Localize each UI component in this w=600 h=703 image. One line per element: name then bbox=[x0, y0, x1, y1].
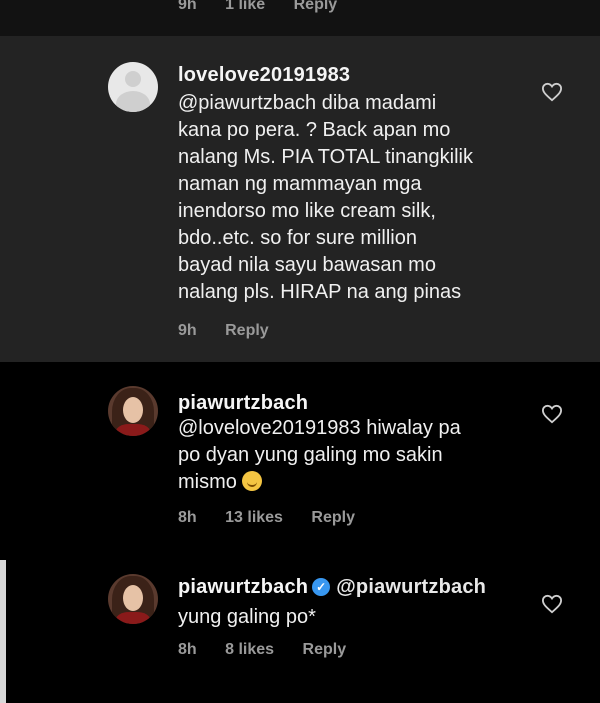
smiling-face-emoji-icon bbox=[242, 471, 263, 491]
comment-time: 9h bbox=[178, 322, 197, 339]
comment-time: 8h bbox=[178, 641, 197, 658]
mention-link[interactable]: @piawurtzbach bbox=[336, 576, 486, 598]
comment-time: 9h bbox=[178, 0, 197, 13]
comment-item: piawurtzbach @lovelove20191983 hiwalay p… bbox=[0, 362, 600, 552]
comment-time: 8h bbox=[178, 509, 197, 526]
user-avatar[interactable] bbox=[108, 386, 158, 436]
verified-badge-icon: ✓ bbox=[312, 578, 331, 596]
reply-button[interactable]: Reply bbox=[225, 322, 269, 339]
comment-meta: 8h 8 likes Reply bbox=[178, 641, 370, 659]
comment-item: lovelove20191983 @piawurtzbach diba mada… bbox=[0, 36, 600, 362]
comment-username[interactable]: piawurtzbach bbox=[178, 576, 308, 598]
comment-text: yung galing po* bbox=[178, 606, 316, 628]
comment-username[interactable]: piawurtzbach bbox=[178, 392, 308, 415]
comment-text: @piawurtzbach diba madami kana po pera. … bbox=[178, 92, 473, 303]
previous-comment-footer: 9h 1 like Reply bbox=[0, 0, 600, 36]
comment-username[interactable]: lovelove20191983 bbox=[178, 64, 350, 87]
screen-edge bbox=[0, 560, 6, 703]
likes-link[interactable]: 13 likes bbox=[225, 509, 283, 526]
reply-button[interactable]: Reply bbox=[311, 509, 355, 526]
reply-button[interactable]: Reply bbox=[294, 0, 338, 13]
heart-icon[interactable] bbox=[541, 594, 563, 614]
likes-link[interactable]: 1 like bbox=[225, 0, 265, 13]
likes-link[interactable]: 8 likes bbox=[225, 641, 274, 658]
heart-icon[interactable] bbox=[541, 404, 563, 424]
comment-item: piawurtzbach ✓ @piawurtzbach yung galing p… bbox=[0, 552, 600, 703]
comment-meta: 9h 1 like Reply bbox=[178, 0, 361, 14]
user-avatar[interactable] bbox=[108, 62, 158, 112]
comment-text: @lovelove20191983 hiwalay pa po dyan yun… bbox=[178, 417, 461, 493]
comment-meta: 8h 13 likes Reply bbox=[178, 509, 379, 527]
comment-meta: 9h Reply bbox=[178, 322, 293, 340]
reply-button[interactable]: Reply bbox=[303, 641, 347, 658]
heart-icon[interactable] bbox=[541, 82, 563, 102]
user-avatar[interactable] bbox=[108, 574, 158, 624]
comment-header: piawurtzbach ✓ @piawurtzbach bbox=[178, 576, 486, 599]
